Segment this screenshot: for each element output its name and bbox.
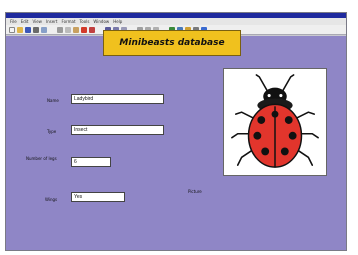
menu-window[interactable]: Window: [93, 18, 109, 25]
picture-field[interactable]: [223, 68, 327, 176]
paste-icon[interactable]: [73, 26, 79, 33]
menu-format[interactable]: Format: [61, 18, 75, 25]
page-title: Minibeasts database: [103, 30, 241, 56]
menu-help[interactable]: Help: [113, 18, 122, 25]
preview-icon[interactable]: [41, 26, 47, 33]
type-label: Type: [47, 129, 57, 134]
new-icon[interactable]: [9, 26, 15, 33]
legs-label: Number of legs: [26, 156, 57, 161]
wings-label: Wings: [45, 197, 58, 202]
cut-icon[interactable]: [57, 26, 63, 33]
menu-bar: File Edit View Insert Format Tools Windo…: [6, 18, 346, 25]
name-label: Name: [47, 98, 59, 103]
menu-file[interactable]: File: [10, 18, 17, 25]
picture-label: Picture: [188, 189, 202, 194]
name-field[interactable]: Ladybird: [71, 94, 164, 104]
redo-icon[interactable]: [89, 26, 95, 33]
legs-field[interactable]: 6: [71, 157, 111, 167]
menu-edit[interactable]: Edit: [21, 18, 29, 25]
copy-icon[interactable]: [65, 26, 71, 33]
undo-icon[interactable]: [81, 26, 87, 33]
print-icon[interactable]: [33, 26, 39, 33]
menu-tools[interactable]: Tools: [80, 18, 90, 25]
ladybird-image: [231, 74, 319, 168]
type-field[interactable]: Insect: [71, 125, 164, 135]
save-icon[interactable]: [25, 26, 31, 33]
wings-field[interactable]: Yes: [71, 192, 125, 202]
menu-view[interactable]: View: [32, 18, 42, 25]
menu-insert[interactable]: Insert: [46, 18, 57, 25]
open-icon[interactable]: [17, 26, 23, 33]
